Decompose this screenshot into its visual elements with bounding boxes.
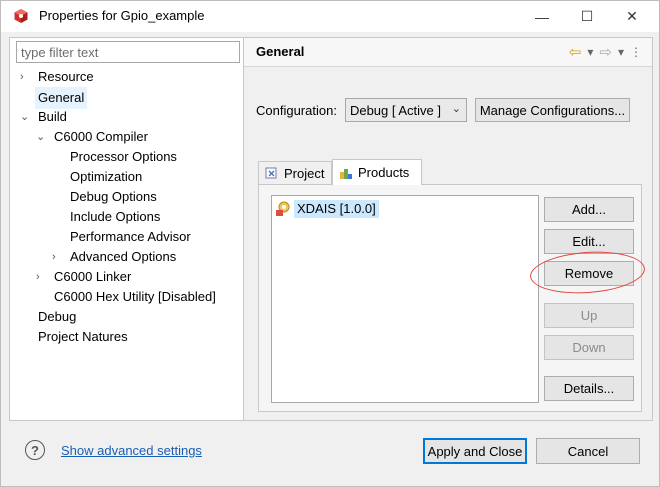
details-button[interactable]: Details... xyxy=(544,376,634,401)
chevron-down-icon[interactable]: ⌄ xyxy=(36,127,48,147)
chevron-right-icon[interactable]: › xyxy=(52,247,64,267)
tree-item-label: General xyxy=(35,87,88,109)
show-advanced-settings-link[interactable]: Show advanced settings xyxy=(61,443,202,458)
tree-item-label: Project Natures xyxy=(38,329,128,344)
configuration-select[interactable]: Debug [ Active ] ⌄ xyxy=(344,98,467,122)
cancel-button[interactable]: Cancel xyxy=(536,438,640,464)
app-cube-icon xyxy=(14,9,28,23)
tab-project-label: Project xyxy=(284,165,325,181)
project-settings-icon xyxy=(265,167,277,179)
chevron-right-icon xyxy=(20,307,32,327)
list-item[interactable]: XDAIS [1.0.0] xyxy=(275,199,379,219)
configuration-value: Debug [ Active ] xyxy=(349,102,442,118)
help-icon[interactable]: ? xyxy=(25,440,45,460)
property-page: General ⇦ ▾ ⇨ ▾ ⋮ Configuration: Debug [… xyxy=(243,37,653,421)
down-button[interactable]: Down xyxy=(544,335,634,360)
chevron-right-icon xyxy=(52,147,64,167)
products-list[interactable]: XDAIS [1.0.0] xyxy=(271,195,539,403)
back-arrow-icon[interactable]: ⇦ xyxy=(569,43,582,61)
page-title: General xyxy=(256,44,305,59)
tree-item-label: C6000 Compiler xyxy=(54,129,148,144)
more-menu-icon[interactable]: ⋮ xyxy=(630,45,642,59)
tab-project[interactable]: Project xyxy=(258,161,332,184)
tab-products[interactable]: Products xyxy=(332,159,422,185)
apply-and-close-button[interactable]: Apply and Close xyxy=(423,438,527,464)
chevron-right-icon xyxy=(20,87,32,107)
configuration-row: Configuration: Debug [ Active ] ⌄ Manage… xyxy=(256,97,630,123)
tree-item-label: Debug Options xyxy=(70,189,157,204)
tree-item-label: Debug xyxy=(38,309,77,324)
chevron-right-icon xyxy=(20,327,32,347)
manage-configurations-button[interactable]: Manage Configurations... xyxy=(474,98,630,122)
page-navigation: ⇦ ▾ ⇨ ▾ ⋮ xyxy=(569,42,642,62)
close-button[interactable]: ✕ xyxy=(609,1,655,32)
tree-item-label: Resource xyxy=(38,69,94,84)
window-title: Properties for Gpio_example xyxy=(39,8,205,23)
back-menu-chevron-icon[interactable]: ▾ xyxy=(587,45,593,59)
tree-item-label: Processor Options xyxy=(70,149,177,164)
chevron-right-icon[interactable]: › xyxy=(20,67,32,87)
dialog-footer: ? Show advanced settings Apply and Close… xyxy=(1,423,659,486)
maximize-button[interactable]: ☐ xyxy=(564,1,610,32)
tree-item-label: Build xyxy=(38,109,67,124)
products-icon xyxy=(340,168,352,179)
filter-input[interactable] xyxy=(16,41,240,63)
chevron-right-icon xyxy=(52,187,64,207)
products-panel: XDAIS [1.0.0] Add... Edit... Remove Up D… xyxy=(258,184,642,412)
forward-arrow-icon[interactable]: ⇨ xyxy=(599,43,612,61)
properties-dialog: Properties for Gpio_example — ☐ ✕ › Resou… xyxy=(0,0,660,487)
configuration-label: Configuration: xyxy=(256,102,337,118)
chevron-right-icon xyxy=(52,227,64,247)
title-bar[interactable]: Properties for Gpio_example — ☐ ✕ xyxy=(1,1,659,32)
chevron-right-icon xyxy=(52,207,64,227)
minimize-button[interactable]: — xyxy=(519,1,565,32)
tree-item-label: C6000 Hex Utility [Disabled] xyxy=(54,289,216,304)
chevron-right-icon xyxy=(52,167,64,187)
chevron-right-icon[interactable]: › xyxy=(36,267,48,287)
up-button[interactable]: Up xyxy=(544,303,634,328)
tree-item-label: Performance Advisor xyxy=(70,229,191,244)
tab-products-label: Products xyxy=(358,165,410,180)
forward-menu-chevron-icon[interactable]: ▾ xyxy=(618,45,624,59)
chevron-down-icon: ⌄ xyxy=(451,103,461,115)
product-package-icon xyxy=(276,201,290,216)
page-header: General ⇦ ▾ ⇨ ▾ ⋮ xyxy=(244,38,652,67)
navigation-pane: ›ResourceGeneral⌄Build⌄C6000 CompilerPro… xyxy=(9,37,243,421)
product-label: XDAIS [1.0.0] xyxy=(294,200,379,218)
tree-item-label: Advanced Options xyxy=(70,249,177,264)
add-button[interactable]: Add... xyxy=(544,197,634,222)
edit-button[interactable]: Edit... xyxy=(544,229,634,254)
chevron-down-icon[interactable]: ⌄ xyxy=(20,107,32,127)
remove-button[interactable]: Remove xyxy=(544,261,634,286)
tree-item-label: Include Options xyxy=(70,209,161,224)
chevron-right-icon xyxy=(36,287,48,307)
tree-item-label: C6000 Linker xyxy=(54,269,132,284)
tree-item-label: Optimization xyxy=(70,169,143,184)
